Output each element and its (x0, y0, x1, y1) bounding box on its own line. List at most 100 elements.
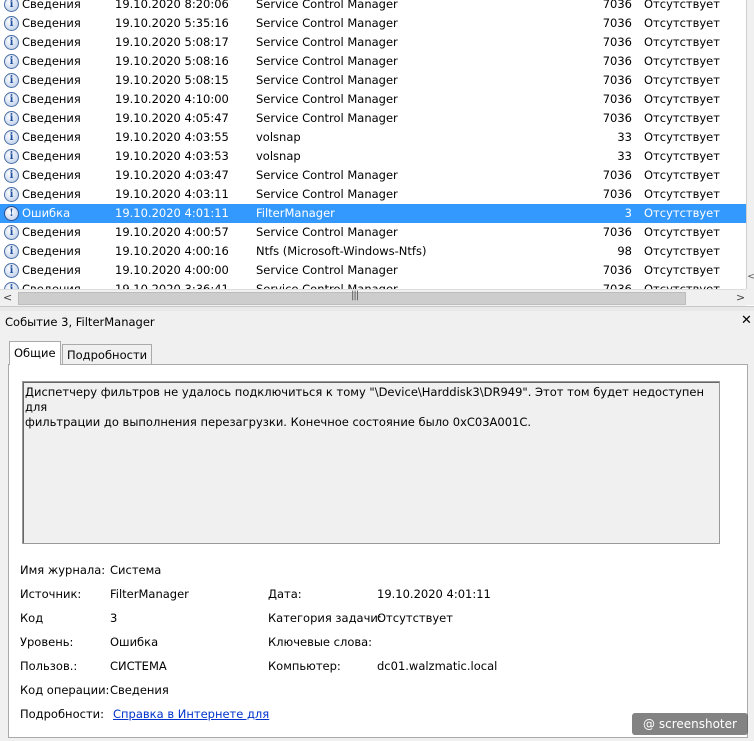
scroll-right-icon[interactable]: > (736, 291, 745, 304)
event-date: 19.10.2020 4:00:57 (115, 225, 229, 239)
task-category-label: Категория задачи: (268, 611, 382, 625)
event-row[interactable]: i Сведения 19.10.2020 4:05:47 Service Contr… (0, 109, 746, 128)
event-date: 19.10.2020 3:36:41 (115, 282, 229, 289)
event-id: 7036 (602, 16, 632, 30)
event-level: Сведения (22, 130, 81, 144)
info-icon: i (4, 73, 19, 88)
event-task-category: Отсутствует (644, 111, 720, 125)
event-source: volsnap (256, 130, 301, 144)
event-level: Сведения (22, 263, 81, 277)
event-source: FilterManager (256, 206, 335, 220)
info-icon: i (4, 168, 19, 183)
watermark: @ screenshoter (632, 713, 748, 735)
vertical-scrollbar[interactable]: < (746, 0, 754, 289)
message-line: Диспетчеру фильтров не удалось подключит… (25, 385, 705, 414)
event-date: 19.10.2020 4:03:53 (115, 149, 229, 163)
level-icon-cell: i (4, 147, 20, 166)
event-details-pane: Событие 3, FilterManager ✕ Общие Подробн… (0, 311, 754, 741)
event-task-category: Отсутствует (644, 73, 720, 87)
date-label: Дата: (268, 587, 302, 601)
event-row[interactable]: i Сведения 19.10.2020 4:00:16 Ntfs (Microso… (0, 242, 746, 261)
event-id: 7036 (602, 168, 632, 182)
keywords-label: Ключевые слова: (268, 635, 373, 649)
level-icon-cell: i (4, 128, 20, 147)
tab-details[interactable]: Подробности (62, 344, 153, 366)
event-row[interactable]: i Сведения 19.10.2020 4:03:55 volsnap 33 Отсу… (0, 128, 746, 147)
event-level: Сведения (22, 0, 81, 11)
event-id: 33 (617, 149, 632, 163)
event-id: 3 (624, 206, 632, 220)
more-info-label: Подробности: (20, 707, 104, 721)
event-row[interactable]: i Сведения 19.10.2020 4:10:00 Service Contr… (0, 90, 746, 109)
event-source: Service Control Manager (256, 168, 398, 182)
source-value: FilterManager (110, 587, 189, 601)
event-row[interactable]: i Сведения 19.10.2020 4:00:57 Service Contr… (0, 223, 746, 242)
event-id: 7036 (602, 263, 632, 277)
level-icon-cell: ! (4, 204, 20, 223)
event-level: Сведения (22, 282, 81, 289)
event-id: 7036 (602, 0, 632, 11)
tab-general[interactable]: Общие (9, 341, 61, 365)
level-icon-cell: i (4, 33, 20, 52)
event-source: Service Control Manager (256, 0, 398, 11)
event-task-category: Отсутствует (644, 225, 720, 239)
event-list[interactable]: i Сведения 19.10.2020 8:20:06 Service Contr… (0, 0, 754, 289)
event-source: Service Control Manager (256, 263, 398, 277)
event-task-category: Отсутствует (644, 282, 720, 289)
event-message-box[interactable]: Диспетчеру фильтров не удалось подключит… (22, 381, 720, 544)
online-help-link[interactable]: Справка в Интернете для (113, 707, 269, 721)
event-date: 19.10.2020 5:08:17 (115, 35, 229, 49)
event-row[interactable]: i Сведения 19.10.2020 4:03:53 volsnap 33 Отсу… (0, 147, 746, 166)
close-icon[interactable]: ✕ (741, 313, 752, 328)
scroll-left-icon[interactable]: < (3, 291, 12, 304)
scroll-thumb[interactable]: ||| (18, 290, 686, 305)
event-row[interactable]: i Сведения 19.10.2020 5:08:15 Service Contr… (0, 71, 746, 90)
event-date: 19.10.2020 5:08:16 (115, 54, 229, 68)
event-task-category: Отсутствует (644, 206, 720, 220)
event-date: 19.10.2020 4:10:00 (115, 92, 229, 106)
date-value: 19.10.2020 4:01:11 (377, 587, 491, 601)
info-icon: i (4, 282, 19, 289)
info-icon: i (4, 35, 19, 50)
event-date: 19.10.2020 4:03:47 (115, 168, 229, 182)
opcode-label: Код операции: (20, 683, 110, 697)
event-task-category: Отсутствует (644, 16, 720, 30)
event-task-category: Отсутствует (644, 168, 720, 182)
info-icon: i (4, 187, 19, 202)
user-label: Пользов.: (20, 659, 78, 673)
event-row[interactable]: i Сведения 19.10.2020 8:20:06 Service Contr… (0, 0, 746, 14)
event-row[interactable]: i Сведения 19.10.2020 5:35:16 Service Contr… (0, 14, 746, 33)
event-row[interactable]: i Сведения 19.10.2020 5:08:17 Service Contr… (0, 33, 746, 52)
event-task-category: Отсутствует (644, 244, 720, 258)
event-level: Сведения (22, 168, 81, 182)
event-row[interactable]: i Сведения 19.10.2020 4:03:11 Service Contr… (0, 185, 746, 204)
event-row[interactable]: i Сведения 19.10.2020 4:03:47 Service Contr… (0, 166, 746, 185)
event-row[interactable]: iСведения 19.10.2020 3:36:41 Service Contr… (0, 280, 746, 289)
event-level: Сведения (22, 149, 81, 163)
event-date: 19.10.2020 8:20:06 (115, 0, 229, 11)
event-source: Service Control Manager (256, 16, 398, 30)
event-row[interactable]: ! Ошибка 19.10.2020 4:01:11 FilterManager 3 О… (0, 204, 746, 223)
log-name-value: Система (110, 563, 162, 577)
event-date: 19.10.2020 5:35:16 (115, 16, 229, 30)
log-name-label: Имя журнала: (20, 563, 106, 577)
scroll-corner (746, 289, 754, 305)
level-icon-cell: i (4, 52, 20, 71)
event-source: Service Control Manager (256, 92, 398, 106)
info-icon: i (4, 16, 19, 31)
scroll-arrow-icon[interactable]: < (747, 272, 754, 288)
level-icon-cell: i (4, 166, 20, 185)
level-icon-cell: i (4, 242, 20, 261)
info-icon: i (4, 263, 19, 278)
event-row[interactable]: i Сведения 19.10.2020 5:08:16 Service Contr… (0, 52, 746, 71)
event-date: 19.10.2020 4:01:11 (115, 206, 229, 220)
info-icon: i (4, 149, 19, 164)
event-source: Ntfs (Microsoft-Windows-Ntfs) (256, 244, 427, 258)
event-level: Сведения (22, 54, 81, 68)
horizontal-scrollbar[interactable]: < ||| > (0, 289, 746, 306)
grip-icon: ||| (351, 290, 359, 301)
info-icon: i (4, 244, 19, 259)
event-row[interactable]: i Сведения 19.10.2020 4:00:00 Service Contr… (0, 261, 746, 280)
level-icon-cell: i (4, 109, 20, 128)
event-level: Сведения (22, 16, 81, 30)
